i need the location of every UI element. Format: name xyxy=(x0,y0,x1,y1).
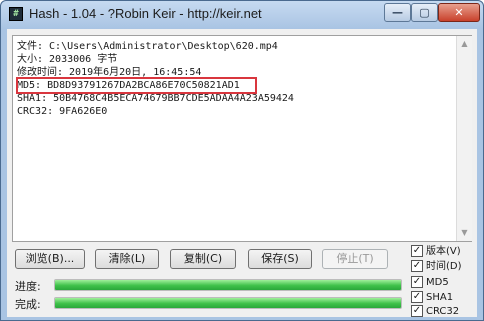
checkbox-icon[interactable]: ✓ xyxy=(411,291,423,303)
title-bar[interactable]: # Hash - 1.04 - ?Robin Keir - http://kei… xyxy=(1,1,483,29)
save-button[interactable]: 保存(S) xyxy=(248,249,312,269)
scroll-down-icon[interactable]: ▼ xyxy=(457,225,472,241)
option-label: 时间(D) xyxy=(426,261,462,272)
close-button[interactable]: ✕ xyxy=(438,3,480,22)
minimize-button[interactable]: — xyxy=(384,3,411,22)
checkbox-icon[interactable]: ✓ xyxy=(411,245,423,257)
hash-app-icon: # xyxy=(9,7,23,21)
hash-window: # Hash - 1.04 - ?Robin Keir - http://kei… xyxy=(0,0,484,321)
scroll-up-icon[interactable]: ▲ xyxy=(457,36,472,52)
maximize-button[interactable]: ▢ xyxy=(411,3,438,22)
complete-label: 完成: xyxy=(15,298,41,311)
stop-button[interactable]: 停止(T) xyxy=(322,249,388,269)
complete-bar xyxy=(54,297,402,309)
md5-highlight-box xyxy=(16,77,257,94)
client-area: 文件: C:\Users\Administrator\Desktop\620.m… xyxy=(7,29,477,317)
progress-label: 进度: xyxy=(15,280,41,293)
checkbox-icon[interactable]: ✓ xyxy=(411,305,423,317)
option-label: CRC32 xyxy=(426,306,460,317)
progress-bar-fill xyxy=(55,280,401,290)
window-title: Hash - 1.04 - ?Robin Keir - http://keir.… xyxy=(29,6,262,21)
option-label: 版本(V) xyxy=(426,246,461,257)
checkbox-icon[interactable]: ✓ xyxy=(411,260,423,272)
browse-button[interactable]: 浏览(B)... xyxy=(15,249,85,269)
checkbox-icon[interactable]: ✓ xyxy=(411,276,423,288)
output-line-size: 大小: 2033006 字节 xyxy=(17,54,118,65)
output-line-crc32: CRC32: 9FA626E0 xyxy=(17,106,108,117)
hash-output-textbox[interactable]: 文件: C:\Users\Administrator\Desktop\620.m… xyxy=(12,35,472,242)
vertical-scrollbar[interactable]: ▲ ▼ xyxy=(456,36,472,241)
copy-button[interactable]: 复制(C) xyxy=(170,249,236,269)
option-label: MD5 xyxy=(426,277,449,288)
complete-bar-fill xyxy=(55,298,401,308)
output-line-file: 文件: C:\Users\Administrator\Desktop\620.m… xyxy=(17,41,278,52)
progress-bar xyxy=(54,279,402,291)
clear-button[interactable]: 清除(L) xyxy=(95,249,159,269)
option-label: SHA1 xyxy=(426,292,454,303)
